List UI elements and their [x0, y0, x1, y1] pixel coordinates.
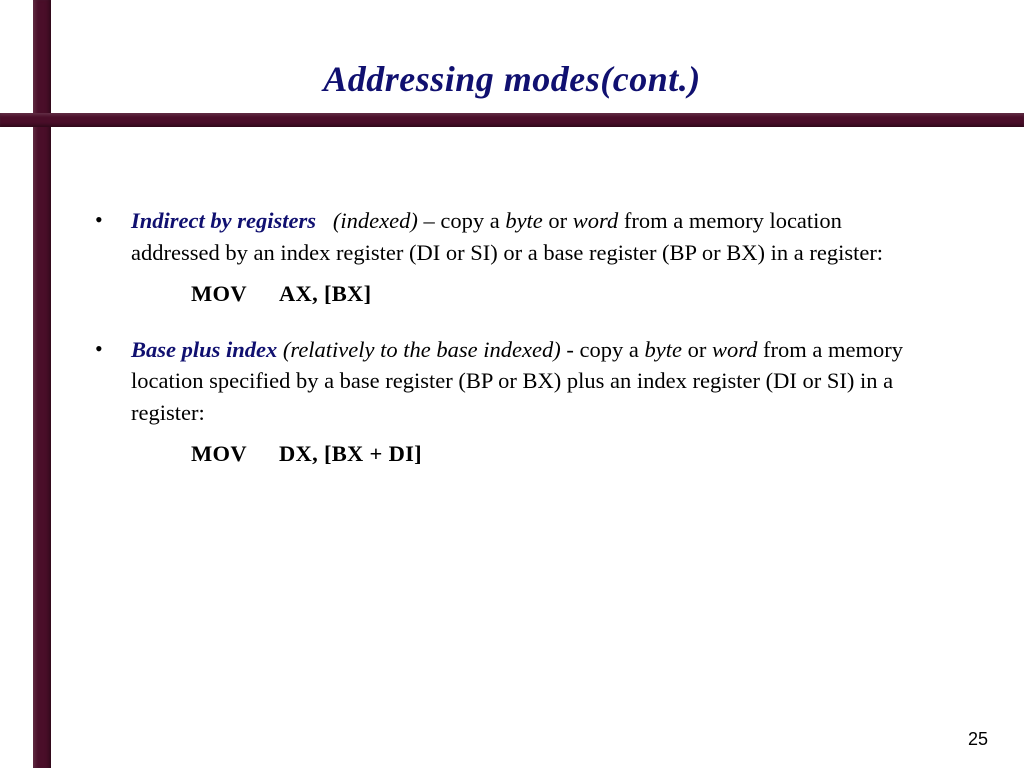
term: Base plus index [131, 337, 277, 362]
code-line: MOVAX, [BX] [191, 278, 930, 310]
text: or [688, 337, 712, 362]
slide-title: Addressing modes(cont.) [0, 58, 1024, 100]
paren: (indexed) [333, 208, 418, 233]
code-line: MOVDX, [BX + DI] [191, 438, 930, 470]
text: copy a [440, 208, 505, 233]
slide-body: Indirect by registers (indexed) – copy a… [95, 205, 930, 494]
italic-word: word [712, 337, 757, 362]
paren: (relatively to the base indexed) [283, 337, 561, 362]
text: copy a [579, 337, 644, 362]
operands: DX, [BX + DI] [279, 441, 422, 466]
mnemonic: MOV [191, 278, 279, 310]
mnemonic: MOV [191, 438, 279, 470]
space [322, 208, 333, 233]
sep: - [566, 337, 579, 362]
bullet-list: Indirect by registers (indexed) – copy a… [95, 205, 930, 470]
italic-word: byte [505, 208, 542, 233]
operands: AX, [BX] [279, 281, 371, 306]
list-item: Base plus index (relatively to the base … [95, 334, 930, 470]
sep: – [423, 208, 440, 233]
list-item: Indirect by registers (indexed) – copy a… [95, 205, 930, 310]
italic-word: byte [644, 337, 681, 362]
text: or [548, 208, 572, 233]
page-number: 25 [968, 729, 988, 750]
term: Indirect by registers [131, 208, 316, 233]
horizontal-accent-bar [0, 113, 1024, 127]
italic-word: word [573, 208, 618, 233]
